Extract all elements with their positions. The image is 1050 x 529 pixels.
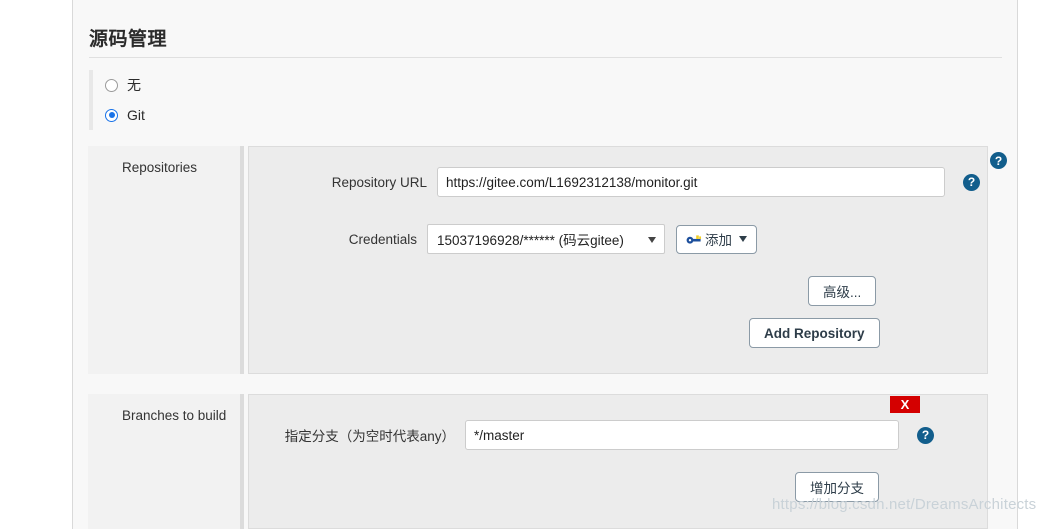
branches-gutter [240, 394, 244, 529]
repositories-row: Repositories Repository URL https://gite… [88, 146, 988, 374]
key-icon [686, 235, 701, 244]
credentials-label: Credentials [348, 231, 417, 247]
credentials-selected-value: 15037196928/****** (码云gitee) [437, 233, 624, 248]
add-repository-button[interactable]: Add Repository [749, 318, 880, 348]
radio-none-icon[interactable] [105, 78, 118, 92]
add-credentials-button[interactable]: 添加 [676, 224, 757, 254]
chevron-down-icon [648, 237, 656, 243]
advanced-button-row: 高级... [808, 276, 877, 306]
title-divider [89, 57, 1002, 58]
scm-radio-group: 无 Git [89, 70, 994, 130]
branch-spec-field-row: 指定分支（为空时代表any） */master ? [249, 420, 987, 450]
repositories-gutter [240, 146, 244, 374]
scm-option-none[interactable]: 无 [105, 70, 994, 100]
repository-url-input[interactable]: https://gitee.com/L1692312138/monitor.gi… [437, 167, 945, 197]
caret-down-icon [739, 236, 747, 242]
repository-url-field-row: Repository URL https://gitee.com/L169231… [249, 167, 987, 197]
add-repository-button-row: Add Repository [749, 318, 880, 348]
repository-url-help-icon[interactable]: ? [963, 173, 980, 191]
repositories-section-help-icon[interactable]: ? [990, 152, 1007, 169]
repositories-row-label: Repositories [88, 146, 240, 374]
add-credentials-label: 添加 [705, 233, 732, 248]
screenshot-root: 源码管理 无 Git Repositories Repository URL h… [0, 0, 1050, 529]
radio-git-icon[interactable] [105, 108, 118, 122]
advanced-button[interactable]: 高级... [808, 276, 877, 306]
scm-option-git[interactable]: Git [105, 100, 994, 130]
page-title: 源码管理 [89, 29, 168, 50]
branches-row-label: Branches to build [88, 394, 240, 529]
credentials-select[interactable]: 15037196928/****** (码云gitee) [427, 224, 665, 254]
repository-url-label: Repository URL [331, 174, 427, 190]
delete-branch-button[interactable]: X [890, 396, 920, 413]
scm-option-git-label: Git [127, 107, 145, 123]
repositories-panel: Repository URL https://gitee.com/L169231… [248, 146, 988, 374]
watermark-text: https://blog.csdn.net/DreamsArchitects [772, 496, 1037, 513]
credentials-field-row: Credentials 15037196928/****** (码云gitee)… [249, 224, 987, 254]
branch-spec-input[interactable]: */master [465, 420, 899, 450]
scm-option-none-label: 无 [127, 77, 141, 93]
branch-spec-label: 指定分支（为空时代表any） [284, 429, 455, 444]
branch-spec-help-icon[interactable]: ? [917, 426, 934, 444]
